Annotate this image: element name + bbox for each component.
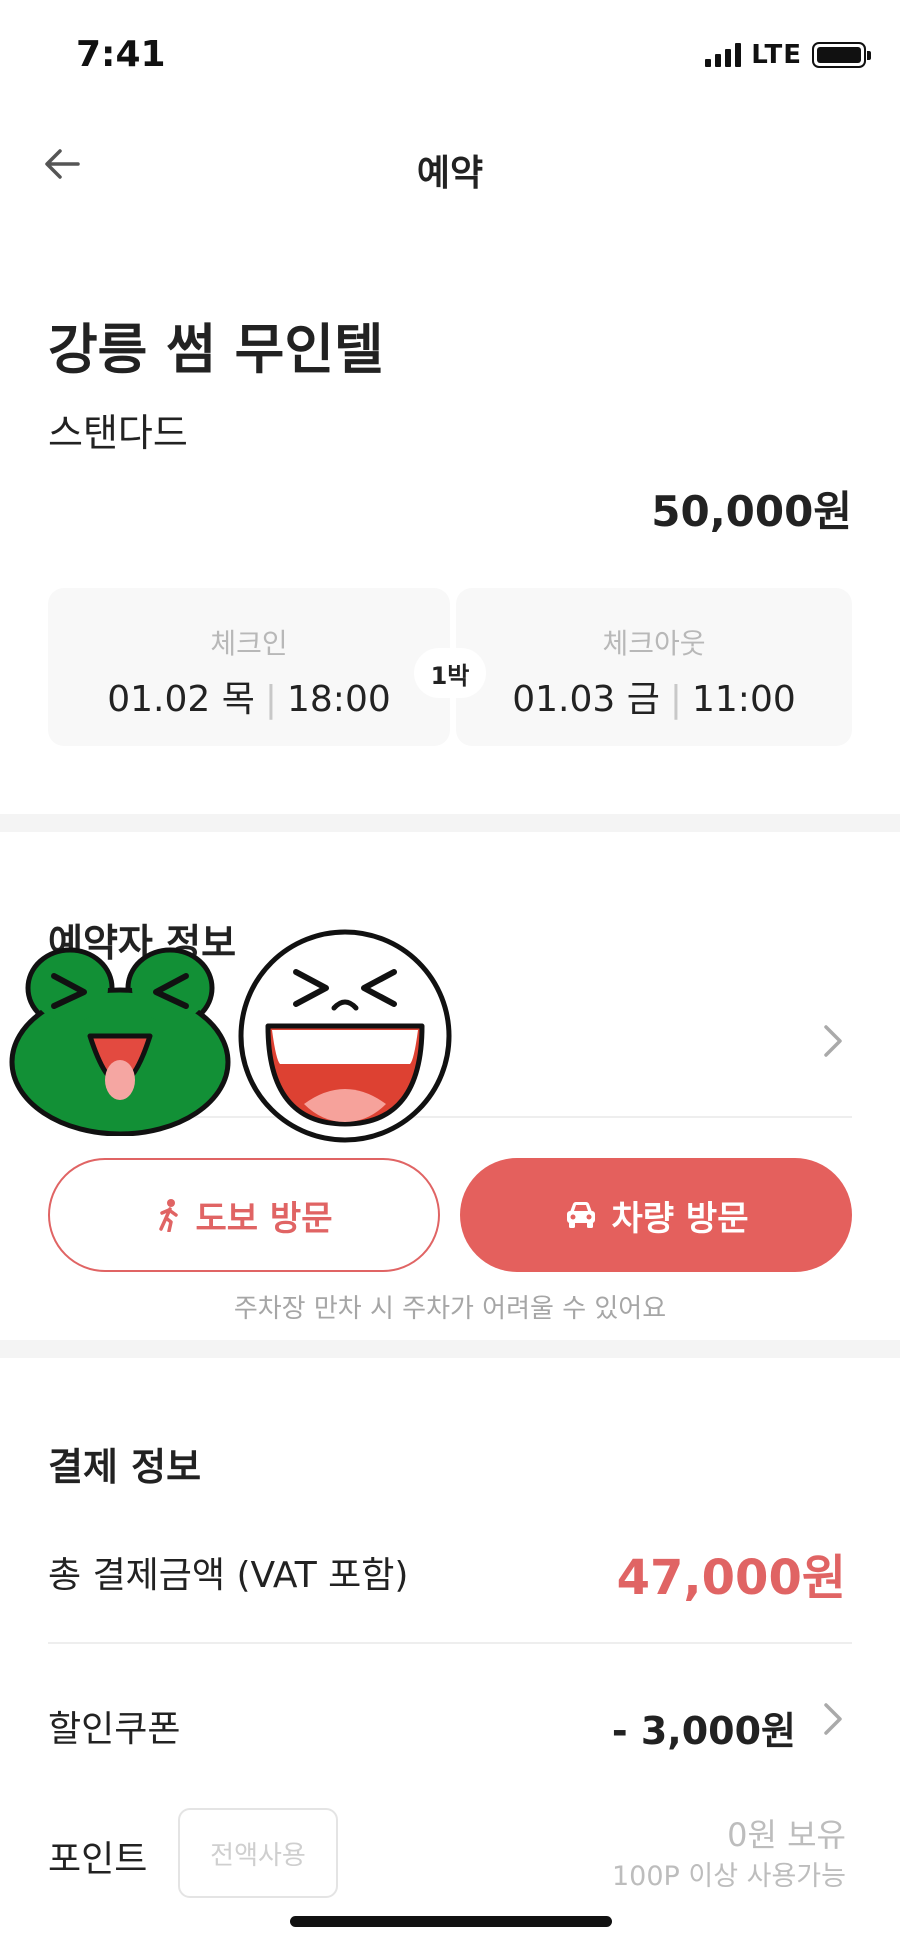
network-label: LTE <box>751 40 802 70</box>
section-divider <box>0 1340 900 1358</box>
total-amount: 47,000원 <box>616 1550 846 1606</box>
laughing-face-sticker <box>238 929 452 1143</box>
total-label: 총 결제금액 (VAT 포함) <box>48 1555 409 1596</box>
status-indicators: LTE <box>705 40 871 70</box>
car-icon <box>566 1202 595 1228</box>
separator: | <box>669 679 682 720</box>
status-time: 7:41 <box>76 34 166 75</box>
checkout-label: 체크아웃 <box>602 627 706 660</box>
coupon-label: 할인쿠폰 <box>48 1709 181 1750</box>
page-title: 예약 <box>416 153 484 194</box>
reserver-chevron[interactable] <box>818 1025 848 1057</box>
points-label: 포인트 <box>48 1839 148 1880</box>
room-type: 스탠다드 <box>48 411 188 455</box>
row-divider <box>48 1642 852 1644</box>
car-visit-button[interactable]: 차량 방문 <box>460 1158 852 1272</box>
parking-note: 주차장 만차 시 주차가 어려울 수 있어요 <box>233 1294 667 1324</box>
points-held: 0원 보유 <box>727 1816 846 1854</box>
coupon-chevron[interactable] <box>818 1703 848 1735</box>
walking-person-icon <box>158 1199 178 1232</box>
checkin-box: 체크인 01.02 목 | 18:00 <box>48 588 450 746</box>
checkout-box: 체크아웃 01.03 금 | 11:00 <box>456 588 852 746</box>
chevron-right-icon <box>824 1025 842 1057</box>
checkout-value: 01.03 금 | 11:00 <box>456 670 852 722</box>
checkout-time: 11:00 <box>692 679 796 720</box>
battery-icon <box>812 42 871 68</box>
section-divider <box>0 814 900 832</box>
signal-icon <box>705 43 742 67</box>
nights-badge: 1박 <box>414 648 486 698</box>
car-visit-label: 차량 방문 <box>611 1198 749 1239</box>
checkin-time: 18:00 <box>287 679 391 720</box>
coupon-amount[interactable]: - 3,000원 <box>612 1700 796 1755</box>
checkout-date: 01.03 금 <box>512 679 660 720</box>
payment-section-title: 결제 정보 <box>48 1445 202 1489</box>
walk-visit-button[interactable]: 도보 방문 <box>48 1158 440 1272</box>
use-all-points-button[interactable]: 전액사용 <box>178 1808 338 1898</box>
laughing-frog-sticker <box>9 947 231 1136</box>
checkin-value: 01.02 목 | 18:00 <box>48 670 450 722</box>
home-indicator[interactable] <box>290 1916 612 1927</box>
checkin-date: 01.02 목 <box>107 679 255 720</box>
separator: | <box>264 679 277 720</box>
room-price: 50,000원 <box>651 487 852 536</box>
hotel-name: 강릉 썸 무인텔 <box>48 318 384 381</box>
checkin-label: 체크인 <box>210 627 288 660</box>
chevron-right-icon <box>824 1703 842 1735</box>
walk-visit-label: 도보 방문 <box>195 1198 333 1239</box>
points-min-note: 100P 이상 사용가능 <box>611 1861 846 1892</box>
nav-bar: 예약 <box>0 130 900 210</box>
status-bar: 7:41 LTE <box>0 0 900 110</box>
